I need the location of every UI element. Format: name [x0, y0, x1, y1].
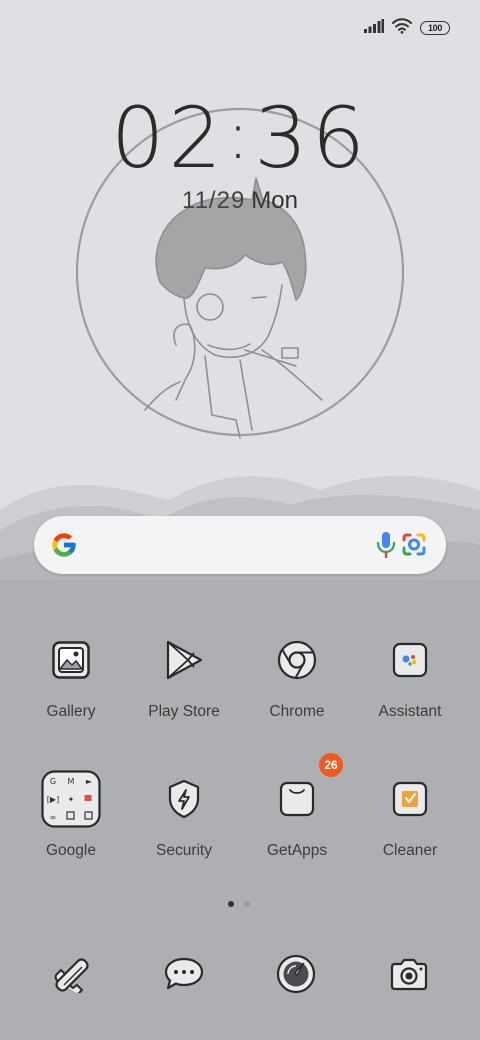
clock-separator: :	[226, 97, 254, 174]
app-label: Chrome	[269, 703, 325, 720]
app-gallery[interactable]: Gallery	[11, 630, 131, 721]
play-store-icon	[154, 630, 214, 690]
app-label: Security	[156, 842, 212, 859]
google-search-bar[interactable]	[34, 516, 446, 574]
app-label: Google	[46, 842, 96, 859]
app-label: Gallery	[46, 703, 96, 720]
app-label: GetApps	[266, 842, 328, 859]
svg-text:G: G	[50, 777, 56, 786]
mic-icon[interactable]	[376, 531, 396, 564]
messages-icon	[163, 956, 205, 997]
wifi-icon	[392, 17, 412, 39]
phone-icon	[51, 955, 91, 998]
app-security[interactable]: Security	[124, 769, 244, 860]
assistant-icon	[380, 630, 440, 690]
app-getapps[interactable]: 26 GetApps	[237, 753, 357, 860]
svg-text:►: ►	[86, 777, 93, 786]
clock-hours: 02	[110, 89, 226, 187]
clock-widget[interactable]: 02:36	[0, 96, 480, 187]
app-label: Cleaner	[382, 842, 438, 859]
app-label: Play Store	[148, 703, 220, 720]
dock-phone[interactable]	[41, 946, 101, 1006]
lens-icon[interactable]	[400, 532, 428, 563]
date-month-day: 11/29	[182, 187, 246, 214]
svg-text:M: M	[68, 777, 75, 786]
app-play-store[interactable]: Play Store	[124, 630, 244, 721]
app-assistant[interactable]: Assistant	[350, 630, 470, 721]
app-cleaner[interactable]: Cleaner	[350, 769, 470, 860]
browser-icon	[276, 954, 316, 999]
battery-indicator: 100	[420, 21, 450, 35]
security-icon	[154, 769, 214, 829]
page-indicator[interactable]	[228, 901, 250, 907]
getapps-icon: 26	[267, 753, 343, 829]
dock-camera[interactable]	[379, 946, 439, 1006]
clock-minutes: 36	[254, 89, 370, 187]
google-g-icon	[50, 531, 78, 564]
svg-text:✦: ✦	[68, 795, 75, 804]
app-label: Assistant	[378, 703, 442, 720]
chrome-icon	[267, 630, 327, 690]
svg-text:[▶]: [▶]	[47, 795, 59, 804]
page-dot-active	[228, 901, 234, 907]
gallery-icon	[41, 630, 101, 690]
dock-messages[interactable]	[154, 946, 214, 1006]
app-chrome[interactable]: Chrome	[237, 630, 357, 721]
notification-badge: 26	[319, 753, 343, 777]
folder-google[interactable]: G M ► [▶] ✦ ∞ Google	[11, 769, 131, 860]
status-bar: 100	[364, 17, 450, 39]
page-dot	[244, 901, 250, 907]
signal-icon	[364, 18, 384, 38]
date-widget[interactable]: 11/29 Mon	[0, 187, 480, 215]
date-weekday: Mon	[251, 187, 298, 214]
svg-text:∞: ∞	[50, 813, 57, 822]
dock-browser[interactable]	[266, 946, 326, 1006]
camera-icon	[389, 957, 429, 996]
cleaner-icon	[380, 769, 440, 829]
google-folder-icon: G M ► [▶] ✦ ∞	[41, 769, 101, 829]
